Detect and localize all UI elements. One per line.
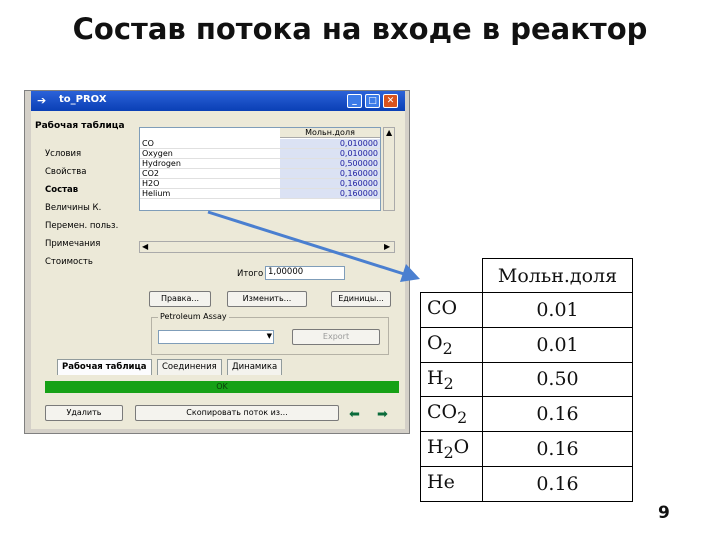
composition-table: Мольн.доля CO 0.01 O2 0.01 H2 0.50 CO2 0… (420, 258, 633, 502)
table-row: He 0.16 (420, 465, 633, 502)
table-row: CO2 0.16 (420, 396, 633, 433)
component-fraction: 0.16 (482, 465, 633, 502)
table-column-header: Мольн.доля (482, 258, 633, 293)
component-name: H2 (420, 361, 483, 398)
component-name: CO2 (420, 396, 483, 433)
component-name: CO (420, 292, 483, 328)
component-fraction: 0.01 (482, 292, 633, 328)
table-row: H2O 0.16 (420, 431, 633, 467)
component-name: O2 (420, 326, 483, 363)
component-name: He (420, 465, 483, 502)
page-number: 9 (658, 503, 670, 523)
table-row: O2 0.01 (420, 326, 633, 363)
component-fraction: 0.50 (482, 361, 633, 398)
component-fraction: 0.16 (482, 431, 633, 467)
table-corner-cell (420, 258, 483, 293)
table-header-row: Мольн.доля (420, 258, 633, 293)
component-fraction: 0.01 (482, 326, 633, 363)
component-name: H2O (420, 431, 483, 467)
component-fraction: 0.16 (482, 396, 633, 433)
table-row: H2 0.50 (420, 361, 633, 398)
table-row: CO 0.01 (420, 292, 633, 328)
